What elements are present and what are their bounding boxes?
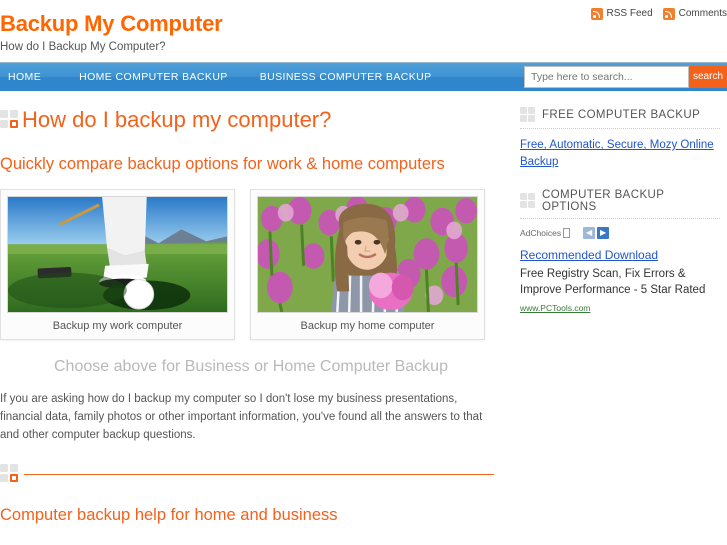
ad-nav: ◀ ▶ [583, 227, 610, 239]
search-form: search [523, 66, 727, 88]
site-title: Backup My Computer [0, 11, 223, 36]
divider-line [24, 473, 494, 475]
adchoices-triangle-icon [563, 228, 571, 238]
sidebar-heading-free-backup: FREE COMPUTER BACKUP [542, 109, 701, 121]
intro-paragraph: If you are asking how do I backup my com… [0, 393, 483, 441]
nav-item-business-computer-backup[interactable]: BUSINESS COMPUTER BACKUP [244, 63, 448, 92]
nav-items: HOME HOME COMPUTER BACKUP BUSINESS COMPU… [0, 63, 448, 91]
search-input[interactable] [523, 66, 689, 88]
site-header: Backup My Computer How do I Backup My Co… [0, 0, 727, 62]
site-tagline: How do I Backup My Computer? [0, 41, 166, 53]
sidebar-rule-2 [520, 218, 720, 219]
search-button[interactable]: search [688, 66, 727, 88]
golf-green-photo [7, 196, 228, 313]
main-content: How do I backup my computer? Quickly com… [0, 97, 520, 545]
body-wrap: How do I backup my computer? Quickly com… [0, 91, 727, 545]
adchoices-badge[interactable]: AdChoices [520, 227, 571, 239]
sidebar-link-mozy[interactable]: Free, Automatic, Secure, Mozy Online Bac… [520, 137, 720, 171]
sidebar-rule-1 [520, 128, 720, 129]
rss-feed-label: RSS Feed [606, 8, 653, 19]
comments-feed-link[interactable]: Comments [662, 8, 727, 20]
page-root: Backup My Computer How do I Backup My Co… [0, 0, 727, 545]
grid-squares-sidebar-icon-2 [520, 193, 536, 209]
card-home-computer[interactable]: Backup my home computer [250, 189, 485, 340]
page-title-row: How do I backup my computer? [0, 107, 502, 133]
ad-url-link[interactable]: www.PCTools.com [520, 302, 590, 315]
rss-icon [590, 8, 603, 20]
card-work-computer[interactable]: Backup my work computer [0, 189, 235, 340]
sidebar-heading-backup-options: COMPUTER BACKUP OPTIONS [542, 189, 665, 213]
sidebar: FREE COMPUTER BACKUP Free, Automatic, Se… [520, 97, 720, 545]
main-navigation: HOME HOME COMPUTER BACKUP BUSINESS COMPU… [0, 62, 727, 91]
rss-comments-icon [662, 8, 675, 20]
sidebar-block-backup-options: COMPUTER BACKUP OPTIONS AdChoices ◀ ▶ Re… [520, 189, 720, 316]
grid-squares-sidebar-icon [520, 107, 536, 123]
grid-squares-icon [0, 110, 20, 130]
choose-above-text: Choose above for Business or Home Comput… [54, 358, 448, 375]
nav-item-home[interactable]: HOME [0, 63, 63, 92]
ad-body-text: Free Registry Scan, Fix Errors & Improve… [520, 268, 706, 296]
ad-controls-row: AdChoices ◀ ▶ [520, 227, 720, 239]
sidebar-ad: AdChoices ◀ ▶ Recommended Download Free … [520, 227, 720, 316]
card-caption-work: Backup my work computer [52, 320, 183, 332]
page-subtitle: Quickly compare backup options for work … [0, 155, 445, 173]
comments-feed-label: Comments [678, 8, 727, 19]
feed-links: RSS Feed Comments [590, 8, 727, 20]
rss-feed-link[interactable]: RSS Feed [590, 8, 653, 20]
sidebar-heading-backup-options-row: COMPUTER BACKUP OPTIONS [520, 189, 720, 213]
nav-item-home-computer-backup[interactable]: HOME COMPUTER BACKUP [63, 63, 244, 92]
ad-prev-icon[interactable]: ◀ [583, 227, 596, 239]
adchoices-label: AdChoices [520, 228, 562, 238]
section-heading: Computer backup help for home and busine… [0, 506, 338, 524]
sidebar-heading-free-backup-row: FREE COMPUTER BACKUP [520, 107, 720, 123]
option-cards: Backup my work computer Backup my home c… [0, 189, 502, 340]
girl-in-tulips-photo [257, 196, 478, 313]
grid-squares-divider-icon [0, 464, 20, 484]
section-divider [0, 464, 502, 484]
page-title: How do I backup my computer? [22, 107, 332, 132]
card-caption-home: Backup my home computer [300, 320, 435, 332]
ad-title-link[interactable]: Recommended Download [520, 247, 658, 263]
sidebar-block-free-backup: FREE COMPUTER BACKUP Free, Automatic, Se… [520, 107, 720, 171]
ad-next-icon[interactable]: ▶ [597, 227, 610, 239]
